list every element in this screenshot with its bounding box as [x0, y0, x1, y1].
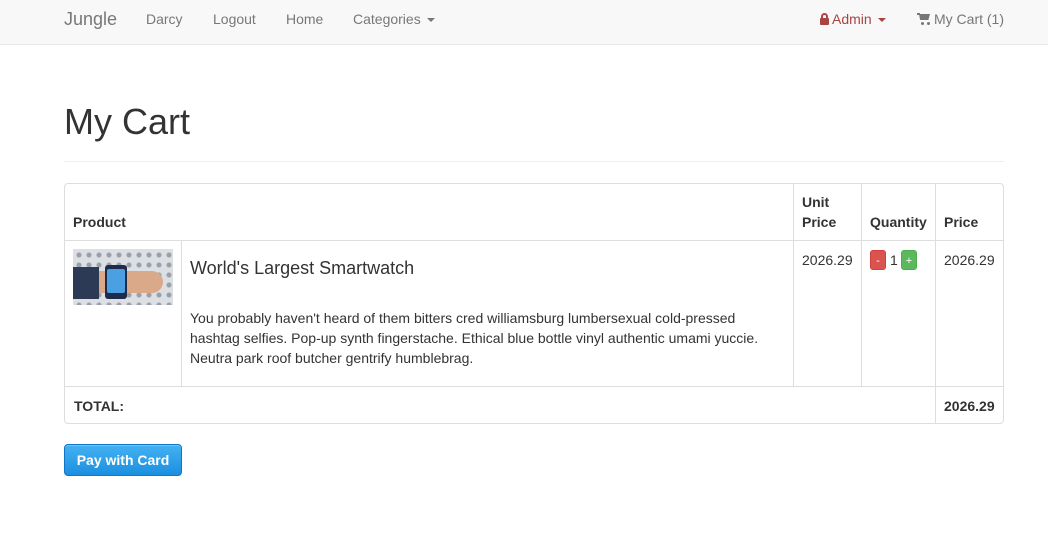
lock-icon	[820, 13, 829, 25]
decrease-quantity-button[interactable]: -	[870, 250, 886, 270]
column-divider	[793, 184, 794, 386]
my-cart-label: My Cart (1)	[934, 11, 1004, 27]
column-divider	[935, 184, 936, 423]
total-label: TOTAL:	[74, 398, 125, 414]
my-cart-link[interactable]: My Cart (1)	[917, 12, 1004, 26]
header-product: Product	[73, 214, 126, 230]
chevron-down-icon	[877, 18, 886, 23]
top-navbar: Jungle Darcy Logout Home Categories Admi…	[0, 0, 1048, 45]
nav-link-home[interactable]: Home	[286, 12, 323, 26]
product-description: You probably haven't heard of them bitte…	[190, 310, 759, 366]
shopping-cart-icon	[917, 13, 931, 25]
page-title: My Cart	[64, 101, 190, 142]
line-price: 2026.29	[944, 252, 995, 268]
header-quantity: Quantity	[870, 214, 927, 230]
pay-with-card-button[interactable]: Pay with Card	[64, 444, 182, 476]
admin-label: Admin	[832, 11, 872, 27]
unit-price: 2026.29	[802, 252, 853, 268]
chevron-down-icon	[426, 18, 435, 23]
row-divider	[65, 386, 1003, 387]
categories-label: Categories	[353, 11, 421, 27]
nav-link-logout[interactable]: Logout	[213, 12, 256, 26]
total-value: 2026.29	[944, 398, 995, 414]
product-image	[73, 249, 173, 305]
increase-quantity-button[interactable]: +	[901, 250, 917, 270]
cart-table: Product Unit Price Quantity Price World'…	[64, 183, 1004, 424]
column-divider	[861, 184, 862, 386]
quantity-value: 1	[890, 252, 898, 268]
admin-dropdown[interactable]: Admin	[820, 12, 886, 26]
divider	[64, 161, 1004, 162]
nav-link-user[interactable]: Darcy	[146, 12, 183, 26]
column-divider	[181, 240, 182, 386]
product-name: World's Largest Smartwatch	[190, 258, 415, 278]
brand-link[interactable]: Jungle	[64, 10, 117, 28]
header-price: Price	[944, 214, 979, 230]
categories-dropdown[interactable]: Categories	[353, 12, 435, 26]
header-unit-price: Unit Price	[802, 194, 837, 230]
row-divider	[65, 240, 1003, 241]
